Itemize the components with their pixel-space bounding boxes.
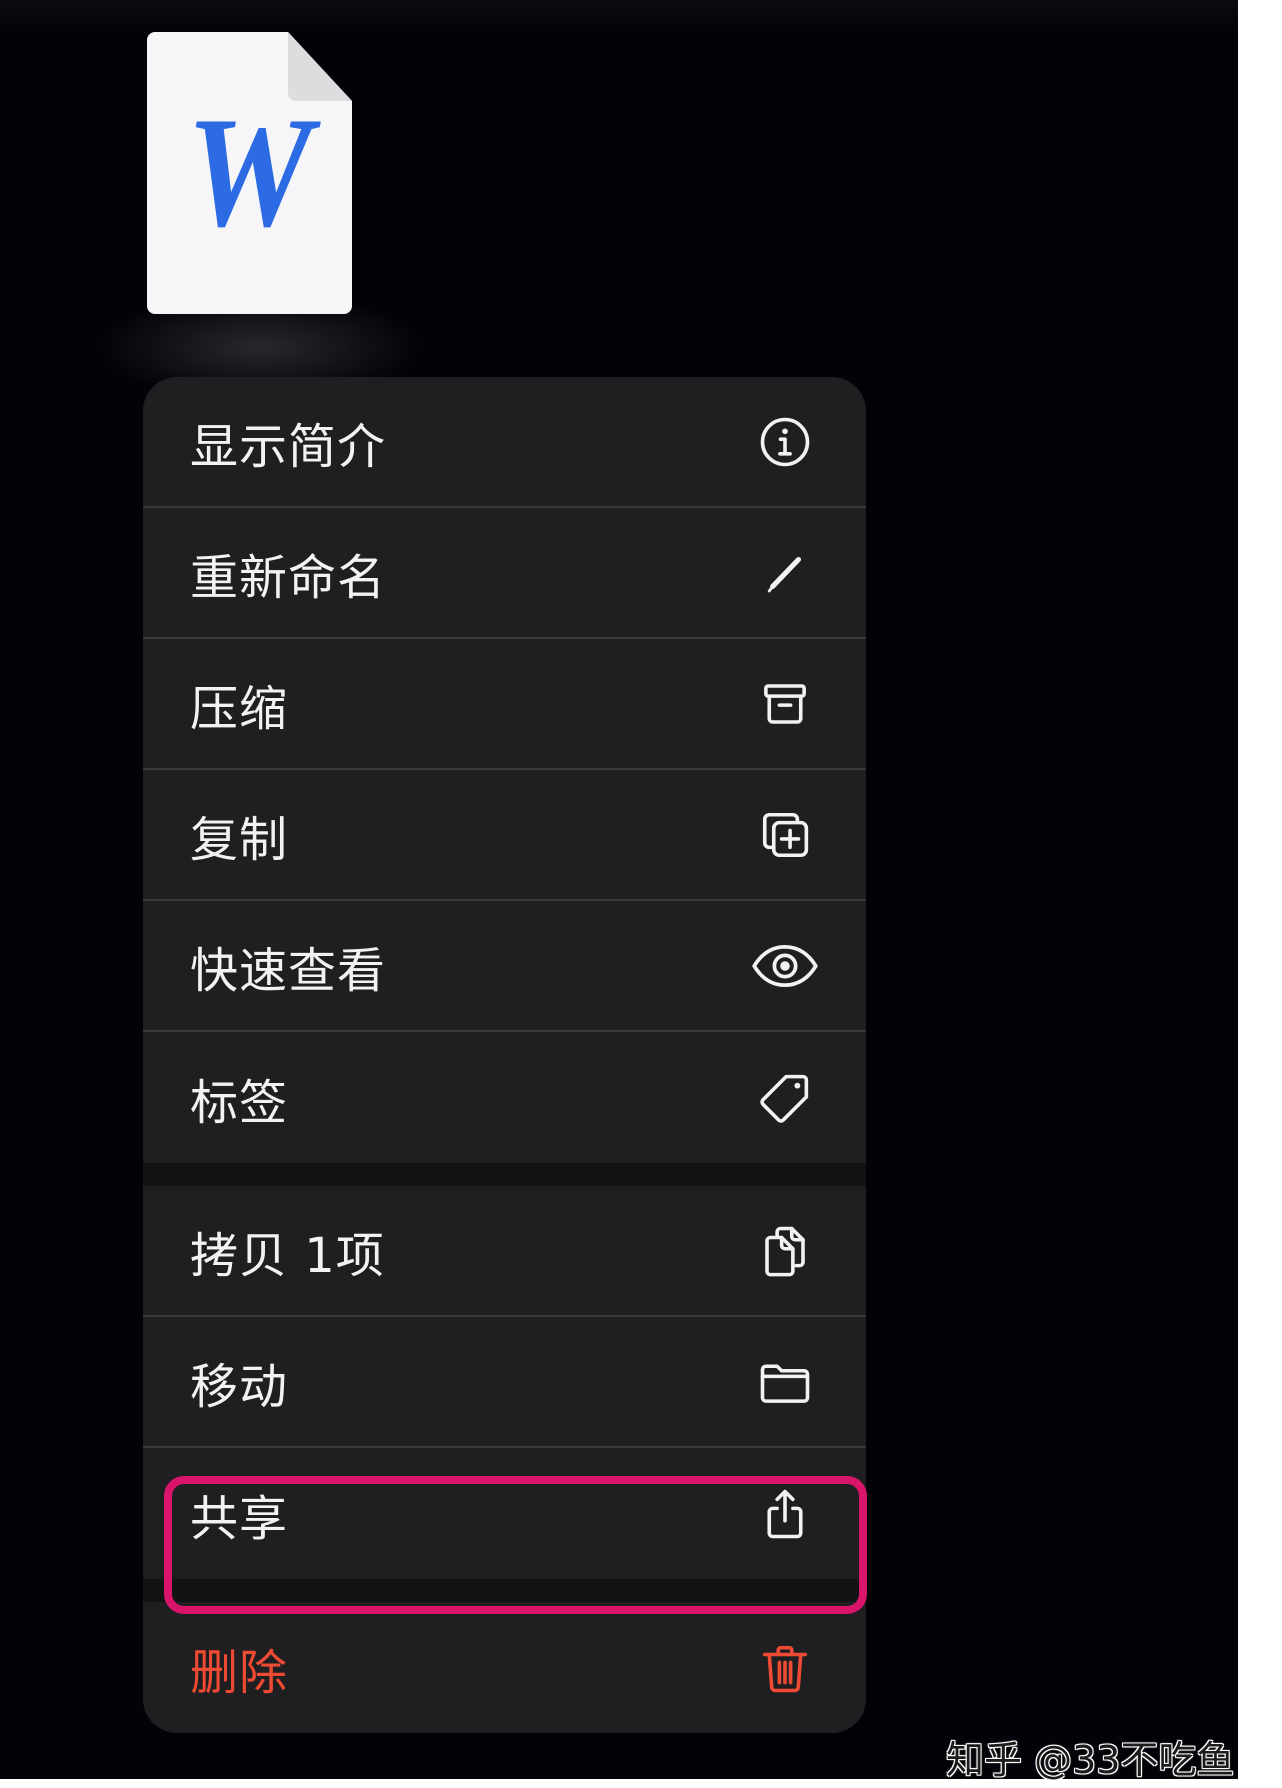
folder-icon: [758, 1355, 812, 1409]
menu-item-label: 重新命名: [190, 549, 387, 606]
menu-item-compress[interactable]: 压缩: [143, 639, 866, 770]
share-highlight-box: [164, 1476, 867, 1614]
menu-item-label: 压缩: [190, 680, 289, 737]
pencil-icon: [758, 546, 812, 600]
menu-item-delete[interactable]: 删除: [143, 1602, 866, 1733]
watermark: 知乎 @33不吃鱼: [946, 1738, 1235, 1782]
eye-icon: [751, 942, 819, 989]
menu-item-label: 移动: [190, 1358, 289, 1415]
duplicate-icon: [758, 808, 812, 862]
menu-group-separator: [143, 1163, 866, 1186]
menu-item-rename[interactable]: 重新命名: [143, 508, 866, 639]
archive-box-icon: [758, 677, 812, 731]
menu-item-label: 显示简介: [190, 418, 387, 475]
word-letter: W: [186, 85, 313, 260]
menu-item-label: 删除: [190, 1644, 289, 1701]
menu-item-label: 拷贝 1项: [190, 1227, 385, 1284]
menu-item-label: 快速查看: [190, 942, 387, 999]
menu-item-duplicate[interactable]: 复制: [143, 770, 866, 901]
menu-item-label: 标签: [190, 1074, 289, 1131]
info-icon: [758, 415, 812, 469]
menu-item-tags[interactable]: 标签: [143, 1032, 866, 1163]
file-preview[interactable]: W: [147, 32, 352, 314]
menu-item-quick-look[interactable]: 快速查看: [143, 901, 866, 1032]
trash-icon: [758, 1641, 812, 1695]
menu-item-get-info[interactable]: 显示简介: [143, 377, 866, 508]
tag-icon: [758, 1071, 812, 1125]
menu-item-label: 复制: [190, 811, 289, 868]
menu-item-move[interactable]: 移动: [143, 1317, 866, 1448]
menu-item-copy[interactable]: 拷贝 1项: [143, 1186, 866, 1317]
copy-documents-icon: [758, 1224, 812, 1278]
